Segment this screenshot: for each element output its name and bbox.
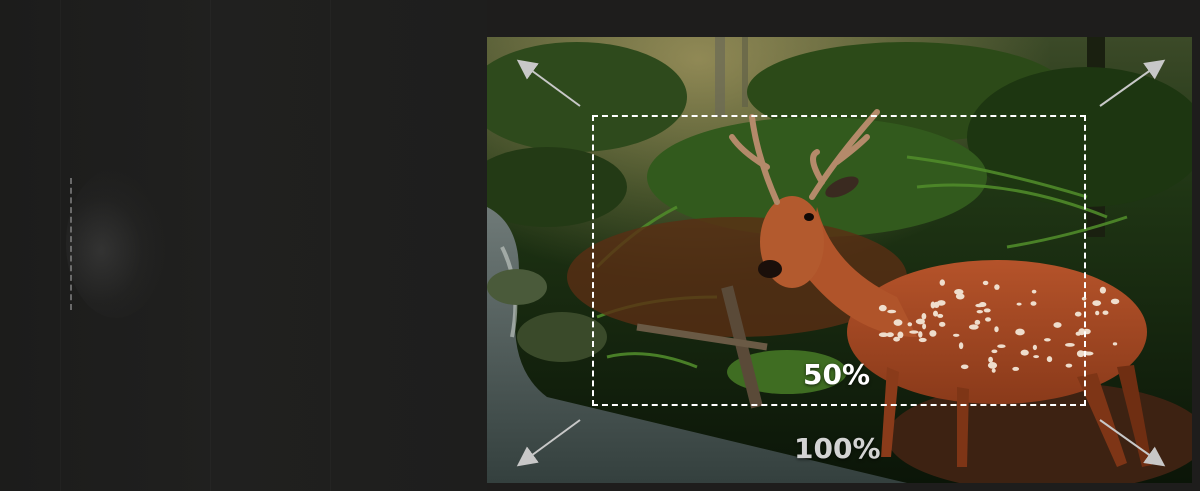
scale-label-outer: 100% bbox=[794, 432, 881, 465]
expand-arrow-icon bbox=[1099, 59, 1166, 107]
expand-arrows bbox=[516, 59, 1166, 467]
expand-arrow-icon bbox=[1099, 419, 1166, 467]
expand-arrow-icon bbox=[516, 59, 581, 107]
expand-arrow-icon bbox=[516, 419, 581, 467]
scale-label-inner: 50% bbox=[803, 358, 871, 391]
